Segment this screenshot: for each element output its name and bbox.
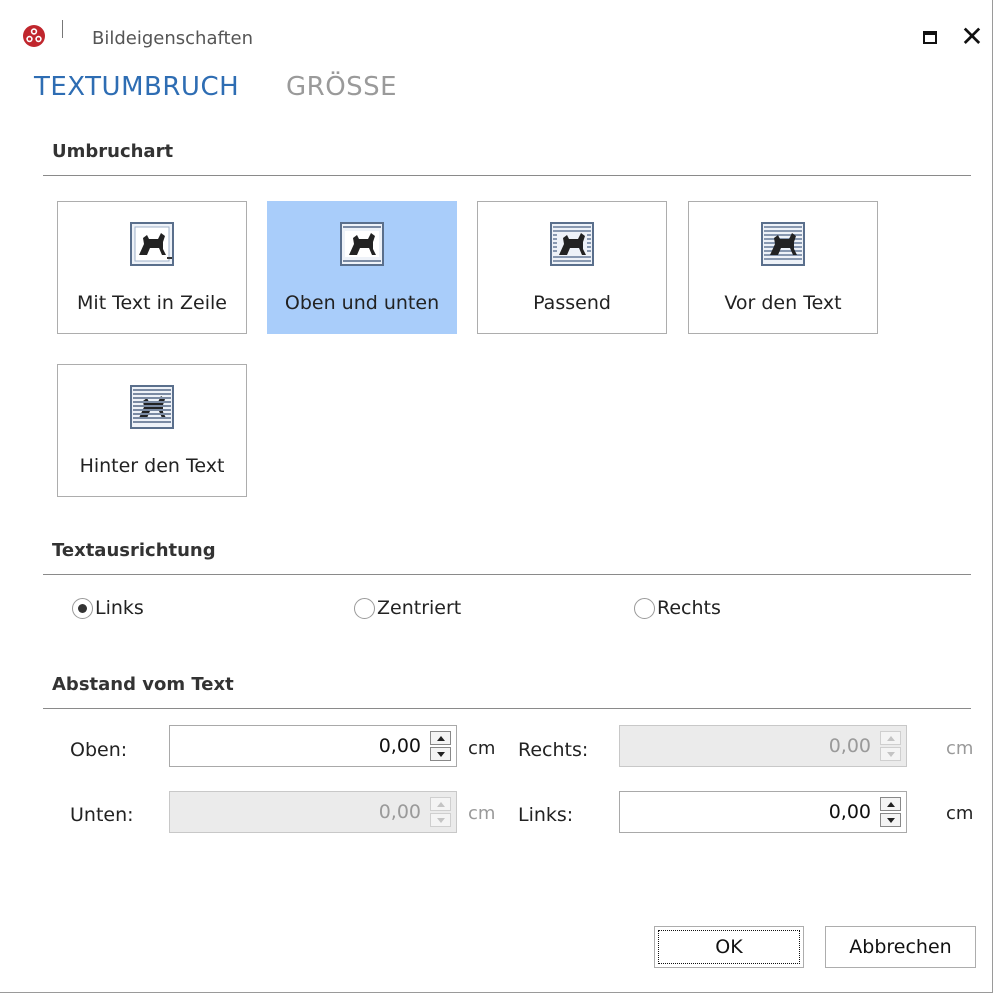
radio-rechts[interactable]: Rechts bbox=[634, 597, 721, 619]
wrap-square-icon bbox=[550, 222, 594, 266]
close-button[interactable]: ✕ bbox=[957, 22, 987, 52]
unit-oben: cm bbox=[468, 738, 496, 759]
wrap-in-front-icon bbox=[761, 222, 805, 266]
wrap-option-behind[interactable]: Hinter den Text bbox=[57, 364, 247, 497]
spinner-unten: 0,00 bbox=[169, 791, 457, 833]
arrow-down-icon bbox=[436, 751, 445, 757]
wrap-top-bottom-icon bbox=[340, 222, 384, 266]
arrow-down-icon bbox=[886, 751, 895, 757]
wrap-option-label: Passend bbox=[533, 292, 611, 314]
title-separator bbox=[62, 20, 63, 38]
arrow-down-icon bbox=[886, 817, 895, 823]
spin-up-button bbox=[430, 797, 451, 811]
section-title-wrap-type: Umbruchart bbox=[52, 141, 174, 162]
arrow-up-icon bbox=[886, 801, 895, 807]
window-title: Bildeigenschaften bbox=[92, 28, 254, 49]
cancel-button[interactable]: Abbrechen bbox=[825, 926, 976, 968]
spin-down-button bbox=[430, 813, 451, 827]
spin-up-button bbox=[880, 731, 901, 745]
arrow-up-icon bbox=[886, 735, 895, 741]
label-rechts: Rechts: bbox=[518, 739, 589, 761]
label-links: Links: bbox=[518, 804, 574, 826]
arrow-down-icon bbox=[436, 817, 445, 823]
spinner-value: 0,00 bbox=[828, 735, 871, 757]
spin-down-button bbox=[880, 747, 901, 761]
wrap-option-label: Vor den Text bbox=[724, 292, 842, 314]
cancel-button-label: Abbrechen bbox=[849, 936, 952, 958]
spinner-oben[interactable]: 0,00 bbox=[169, 725, 457, 767]
arrow-up-icon bbox=[436, 735, 445, 741]
maximize-button[interactable] bbox=[915, 22, 945, 52]
unit-links: cm bbox=[946, 803, 974, 824]
wrap-option-label: Hinter den Text bbox=[79, 455, 225, 477]
maximize-icon bbox=[923, 30, 937, 44]
section-divider bbox=[43, 175, 971, 176]
radio-label: Links bbox=[95, 597, 144, 619]
arrow-up-icon bbox=[436, 801, 445, 807]
radio-circle[interactable] bbox=[634, 597, 655, 619]
radio-circle[interactable] bbox=[354, 597, 375, 619]
dialog-window: Bildeigenschaften ✕ TEXTUMBRUCH GRÖSSE U… bbox=[0, 0, 993, 993]
spinner-value: 0,00 bbox=[378, 735, 421, 757]
radio-links[interactable]: Links bbox=[72, 597, 144, 619]
label-oben: Oben: bbox=[70, 739, 128, 761]
radio-circle[interactable] bbox=[72, 597, 93, 619]
spin-down-button[interactable] bbox=[880, 813, 901, 827]
radio-label: Rechts bbox=[657, 597, 721, 619]
app-logo-icon bbox=[23, 25, 45, 47]
wrap-option-label: Mit Text in Zeile bbox=[77, 292, 227, 314]
radio-zentriert[interactable]: Zentriert bbox=[354, 597, 461, 619]
wrap-option-label: Oben und unten bbox=[284, 292, 440, 314]
tab-textumbruch[interactable]: TEXTUMBRUCH bbox=[34, 72, 239, 102]
ok-button[interactable]: OK bbox=[654, 926, 804, 968]
spin-up-button[interactable] bbox=[430, 731, 451, 745]
wrap-inline-icon bbox=[130, 222, 174, 266]
spinner-value: 0,00 bbox=[378, 801, 421, 823]
unit-rechts: cm bbox=[946, 738, 974, 759]
wrap-option-square[interactable]: Passend bbox=[477, 201, 667, 334]
section-divider bbox=[43, 708, 971, 709]
radio-dot bbox=[78, 603, 87, 613]
radio-label: Zentriert bbox=[377, 597, 462, 619]
wrap-option-top-bottom[interactable]: Oben und unten bbox=[267, 201, 457, 334]
section-title-alignment: Textausrichtung bbox=[52, 540, 216, 561]
tab-groesse[interactable]: GRÖSSE bbox=[286, 72, 397, 102]
spinner-links[interactable]: 0,00 bbox=[619, 791, 907, 833]
spinner-rechts: 0,00 bbox=[619, 725, 907, 767]
wrap-behind-icon bbox=[130, 385, 174, 429]
spin-up-button[interactable] bbox=[880, 797, 901, 811]
spin-down-button[interactable] bbox=[430, 747, 451, 761]
unit-unten: cm bbox=[468, 803, 496, 824]
label-unten: Unten: bbox=[70, 804, 134, 826]
close-icon: ✕ bbox=[960, 20, 984, 53]
wrap-option-in-front[interactable]: Vor den Text bbox=[688, 201, 878, 334]
focus-outline bbox=[658, 930, 800, 964]
section-title-distance: Abstand vom Text bbox=[52, 674, 234, 695]
spinner-value: 0,00 bbox=[828, 801, 871, 823]
section-divider bbox=[43, 574, 971, 575]
wrap-option-inline[interactable]: Mit Text in Zeile bbox=[57, 201, 247, 334]
